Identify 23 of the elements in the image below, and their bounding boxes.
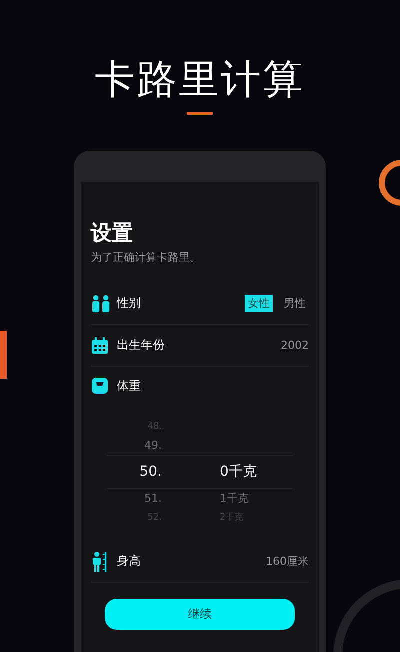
row-label: 出生年份 [117, 338, 165, 352]
page-headline: 卡路里计算 [94, 56, 306, 105]
bar-decoration [0, 331, 7, 379]
row-value[interactable]: 2002 [281, 339, 309, 352]
weight-option[interactable]: 0千克 [220, 464, 257, 480]
height-icon [91, 550, 109, 572]
scale-icon [91, 377, 109, 395]
ring-decoration [376, 158, 400, 208]
continue-button[interactable]: 继续 [105, 599, 295, 630]
settings-title: 设置 [91, 220, 134, 246]
weight-option[interactable]: 1千克 [220, 492, 249, 505]
gender-option[interactable]: 女性 [245, 295, 273, 312]
people-icon [91, 294, 111, 312]
row-label: 体重 [117, 378, 141, 392]
gender-option[interactable]: 男性 [281, 295, 309, 312]
weight-option[interactable]: 50. [140, 464, 162, 480]
weight-option[interactable]: 49. [144, 439, 162, 452]
row-value[interactable]: 160厘米 [266, 554, 309, 569]
row-label: 性别 [117, 296, 141, 310]
row-label: 身高 [117, 554, 141, 568]
calendar-icon [91, 336, 109, 354]
settings-subtitle: 为了正确计算卡路里。 [91, 250, 202, 265]
weight-option[interactable]: 51. [144, 492, 162, 505]
